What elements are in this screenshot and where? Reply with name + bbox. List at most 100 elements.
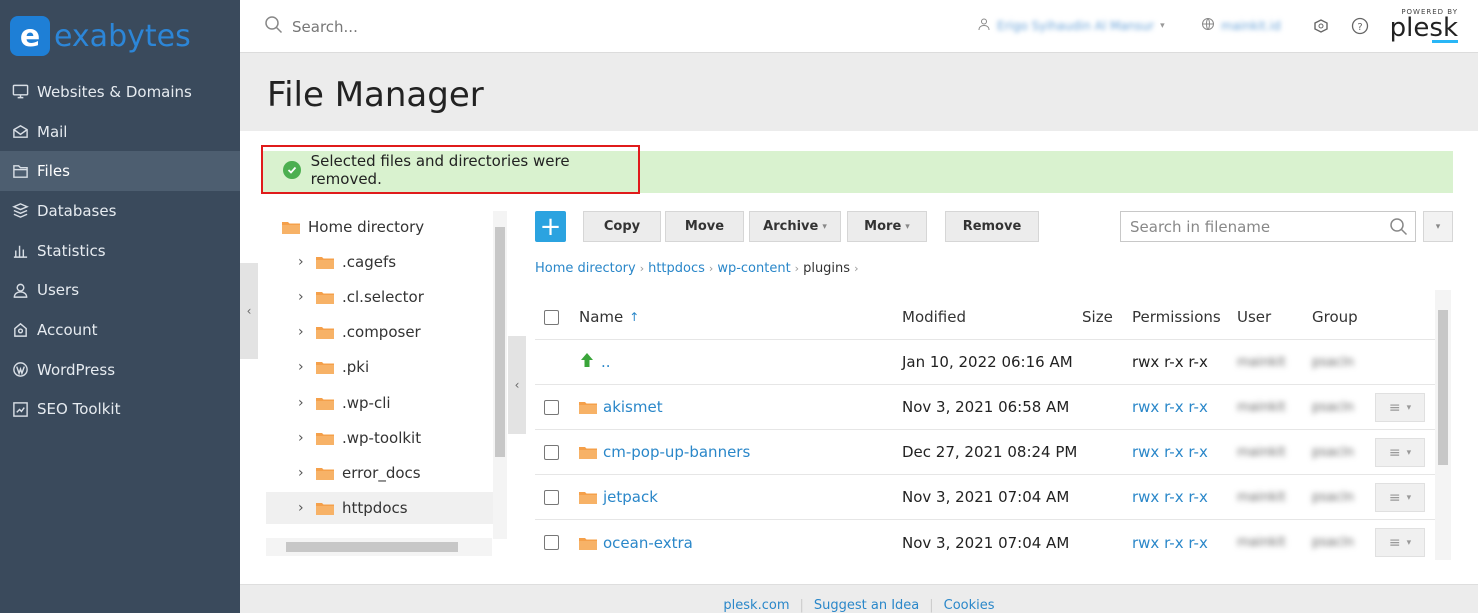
row-checkbox[interactable]: [544, 399, 559, 415]
table-row[interactable]: ocean-extra Nov 3, 2021 07:04 AM rwx r-x…: [535, 520, 1435, 565]
column-permissions[interactable]: Permissions: [1132, 308, 1221, 326]
footer-link-suggest[interactable]: Suggest an Idea: [814, 598, 919, 613]
chevron-down-icon: ▾: [1435, 221, 1441, 232]
file-name-link[interactable]: cm-pop-up-banners: [603, 443, 750, 461]
sidebar-item-mail[interactable]: Mail: [0, 112, 240, 152]
sidebar-item-label: Mail: [37, 122, 68, 141]
row-actions-menu[interactable]: ≡ ▾: [1375, 528, 1425, 557]
footer-link-cookies[interactable]: Cookies: [944, 598, 995, 613]
table-row[interactable]: akismet Nov 3, 2021 06:58 AM rwx r-x r-x…: [535, 385, 1435, 430]
sidebar-item-files[interactable]: Files: [0, 151, 240, 192]
collapse-tree-handle[interactable]: ‹: [508, 336, 526, 434]
parent-directory-link[interactable]: ..: [601, 353, 611, 371]
permissions-link[interactable]: rwx r-x r-x: [1132, 488, 1208, 506]
folder-icon: [579, 536, 597, 550]
user-menu[interactable]: Erigo Syihaudin Al Mansur ▾: [977, 17, 1165, 34]
archive-button[interactable]: Archive ▾: [749, 211, 841, 242]
chevron-down-icon: ▾: [1406, 537, 1412, 548]
move-button[interactable]: Move: [665, 211, 744, 242]
tree-item[interactable]: › .composer: [298, 316, 421, 348]
search-placeholder: Search...: [292, 18, 358, 36]
tree-item-selected[interactable]: › httpdocs: [266, 492, 494, 524]
breadcrumb-current: plugins: [803, 261, 851, 276]
modified-cell: Dec 27, 2021 08:24 PM: [902, 443, 1078, 461]
row-checkbox[interactable]: [544, 535, 559, 550]
menu-icon: ≡: [1388, 489, 1401, 506]
sidebar-item-websites-domains[interactable]: Websites & Domains: [0, 72, 240, 112]
sidebar-item-users[interactable]: Users: [0, 270, 240, 310]
chevron-right-icon[interactable]: ›: [298, 500, 308, 516]
chevron-right-icon[interactable]: ›: [298, 465, 308, 481]
chevron-right-icon[interactable]: ›: [298, 254, 308, 270]
sidebar-item-databases[interactable]: Databases: [0, 191, 240, 231]
table-vertical-scrollbar[interactable]: [1435, 290, 1451, 560]
tree-item[interactable]: › .wp-toolkit: [298, 422, 421, 454]
help-icon[interactable]: ?: [1350, 16, 1370, 36]
remove-button[interactable]: Remove: [945, 211, 1039, 242]
file-name-link[interactable]: jetpack: [603, 488, 658, 506]
archive-label: Archive: [763, 219, 819, 234]
user-name: Erigo Syihaudin Al Mansur: [997, 18, 1155, 33]
row-actions-menu[interactable]: ≡ ▾: [1375, 438, 1425, 467]
scroll-thumb[interactable]: [1438, 310, 1448, 465]
tree-horizontal-scrollbar[interactable]: [266, 538, 492, 556]
tree-item[interactable]: › .cl.selector: [298, 281, 424, 313]
chevron-right-icon[interactable]: ›: [298, 395, 308, 411]
breadcrumb-item[interactable]: httpdocs: [648, 261, 705, 276]
row-checkbox[interactable]: [544, 444, 559, 460]
column-name[interactable]: Name ↑: [579, 308, 639, 326]
copy-button[interactable]: Copy: [583, 211, 661, 242]
mail-icon: [11, 123, 29, 141]
table-row[interactable]: jetpack Nov 3, 2021 07:04 AM rwx r-x r-x…: [535, 475, 1435, 520]
tree-item[interactable]: › .cagefs: [298, 246, 396, 278]
row-actions-menu[interactable]: ≡ ▾: [1375, 393, 1425, 422]
search-placeholder: Search in filename: [1130, 217, 1271, 236]
breadcrumb-item[interactable]: Home directory: [535, 261, 636, 276]
add-button[interactable]: +: [535, 211, 566, 242]
filename-search-input[interactable]: Search in filename: [1120, 211, 1416, 242]
sidebar-item-statistics[interactable]: Statistics: [0, 231, 240, 271]
sidebar-item-account[interactable]: Account: [0, 310, 240, 350]
file-name-link[interactable]: ocean-extra: [603, 534, 693, 552]
column-size[interactable]: Size: [1082, 308, 1113, 326]
select-all-checkbox[interactable]: [544, 309, 559, 325]
row-actions-menu[interactable]: ≡ ▾: [1375, 483, 1425, 512]
footer-separator: |: [799, 597, 804, 613]
sidebar-item-wordpress[interactable]: WordPress: [0, 350, 240, 390]
permissions-link[interactable]: rwx r-x r-x: [1132, 534, 1208, 552]
footer-separator: |: [929, 597, 934, 613]
tree-item[interactable]: › .wp-cli: [298, 387, 391, 419]
global-search[interactable]: Search...: [264, 15, 358, 39]
more-button[interactable]: More ▾: [847, 211, 927, 242]
column-group[interactable]: Group: [1312, 308, 1358, 326]
tree-item[interactable]: › error_docs: [298, 457, 421, 489]
column-modified[interactable]: Modified: [902, 308, 966, 326]
sidebar-item-label: Users: [37, 281, 80, 300]
column-user[interactable]: User: [1237, 308, 1271, 326]
collapse-sidebar-handle[interactable]: ‹: [240, 263, 258, 359]
tree-vertical-scrollbar[interactable]: [493, 211, 507, 539]
table-row-parent[interactable]: .. Jan 10, 2022 06:16 AM rwx r-x r-x mai…: [535, 340, 1435, 385]
subscription-menu[interactable]: mainkit.id: [1201, 17, 1281, 34]
row-checkbox[interactable]: [544, 489, 559, 505]
extensions-icon[interactable]: [1311, 16, 1331, 36]
tree-item[interactable]: › .pki: [298, 351, 369, 383]
folder-icon: [316, 396, 334, 410]
brand-logo[interactable]: e exabytes: [0, 0, 240, 72]
table-row[interactable]: cm-pop-up-banners Dec 27, 2021 08:24 PM …: [535, 430, 1435, 475]
chevron-right-icon[interactable]: ›: [298, 359, 308, 375]
chevron-right-icon[interactable]: ›: [298, 289, 308, 305]
file-name-link[interactable]: akismet: [603, 398, 663, 416]
scroll-thumb[interactable]: [286, 542, 458, 552]
permissions-link[interactable]: rwx r-x r-x: [1132, 443, 1208, 461]
chevron-right-icon[interactable]: ›: [298, 430, 308, 446]
sidebar-item-seo-toolkit[interactable]: SEO Toolkit: [0, 390, 240, 430]
breadcrumb-item[interactable]: wp-content: [717, 261, 790, 276]
tree-root[interactable]: Home directory: [282, 211, 424, 243]
search-icon[interactable]: [1389, 217, 1409, 241]
footer-link-plesk[interactable]: plesk.com: [723, 598, 789, 613]
scroll-thumb[interactable]: [495, 227, 505, 457]
permissions-link[interactable]: rwx r-x r-x: [1132, 398, 1208, 416]
search-options-button[interactable]: ▾: [1423, 211, 1453, 242]
chevron-right-icon[interactable]: ›: [298, 324, 308, 340]
